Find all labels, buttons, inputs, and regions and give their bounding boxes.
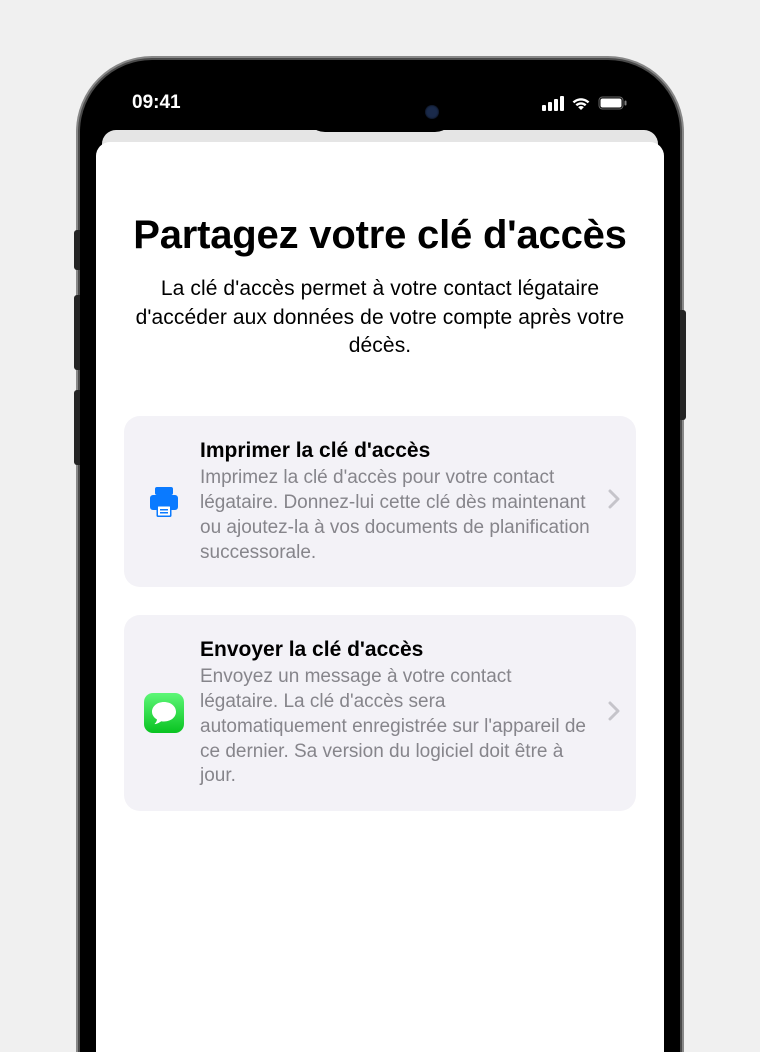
front-camera [425,105,439,119]
option-description: Envoyez un message à votre contact légat… [200,665,592,788]
options-list: Imprimer la clé d'accès Imprimez la clé … [124,416,636,811]
page-subtitle: La clé d'accès permet à votre contact lé… [124,275,636,360]
dynamic-island [305,92,455,132]
send-access-key-button[interactable]: Envoyer la clé d'accès Envoyez un messag… [124,615,636,811]
chevron-right-icon [608,489,620,514]
chevron-right-icon [608,701,620,726]
battery-icon [598,96,628,110]
option-title: Imprimer la clé d'accès [200,438,592,464]
status-time: 09:41 [132,92,181,114]
option-description: Imprimez la clé d'accès pour votre conta… [200,466,592,565]
status-indicators [542,96,628,111]
side-button [74,230,80,270]
volume-up-button [74,295,80,370]
print-access-key-button[interactable]: Imprimer la clé d'accès Imprimez la clé … [124,416,636,587]
page-title: Partagez votre clé d'accès [124,212,636,259]
modal-sheet: Partagez votre clé d'accès La clé d'accè… [96,142,664,1052]
screen: 09:41 [96,76,664,1052]
messages-icon [144,693,184,733]
power-button [680,310,686,420]
printer-icon [144,482,184,522]
option-title: Envoyer la clé d'accès [200,637,592,663]
volume-down-button [74,390,80,465]
option-body: Imprimer la clé d'accès Imprimez la clé … [200,438,592,565]
option-body: Envoyer la clé d'accès Envoyez un messag… [200,637,592,789]
phone-frame: 09:41 [80,60,680,1052]
wifi-icon [571,96,591,111]
cellular-signal-icon [542,96,564,111]
